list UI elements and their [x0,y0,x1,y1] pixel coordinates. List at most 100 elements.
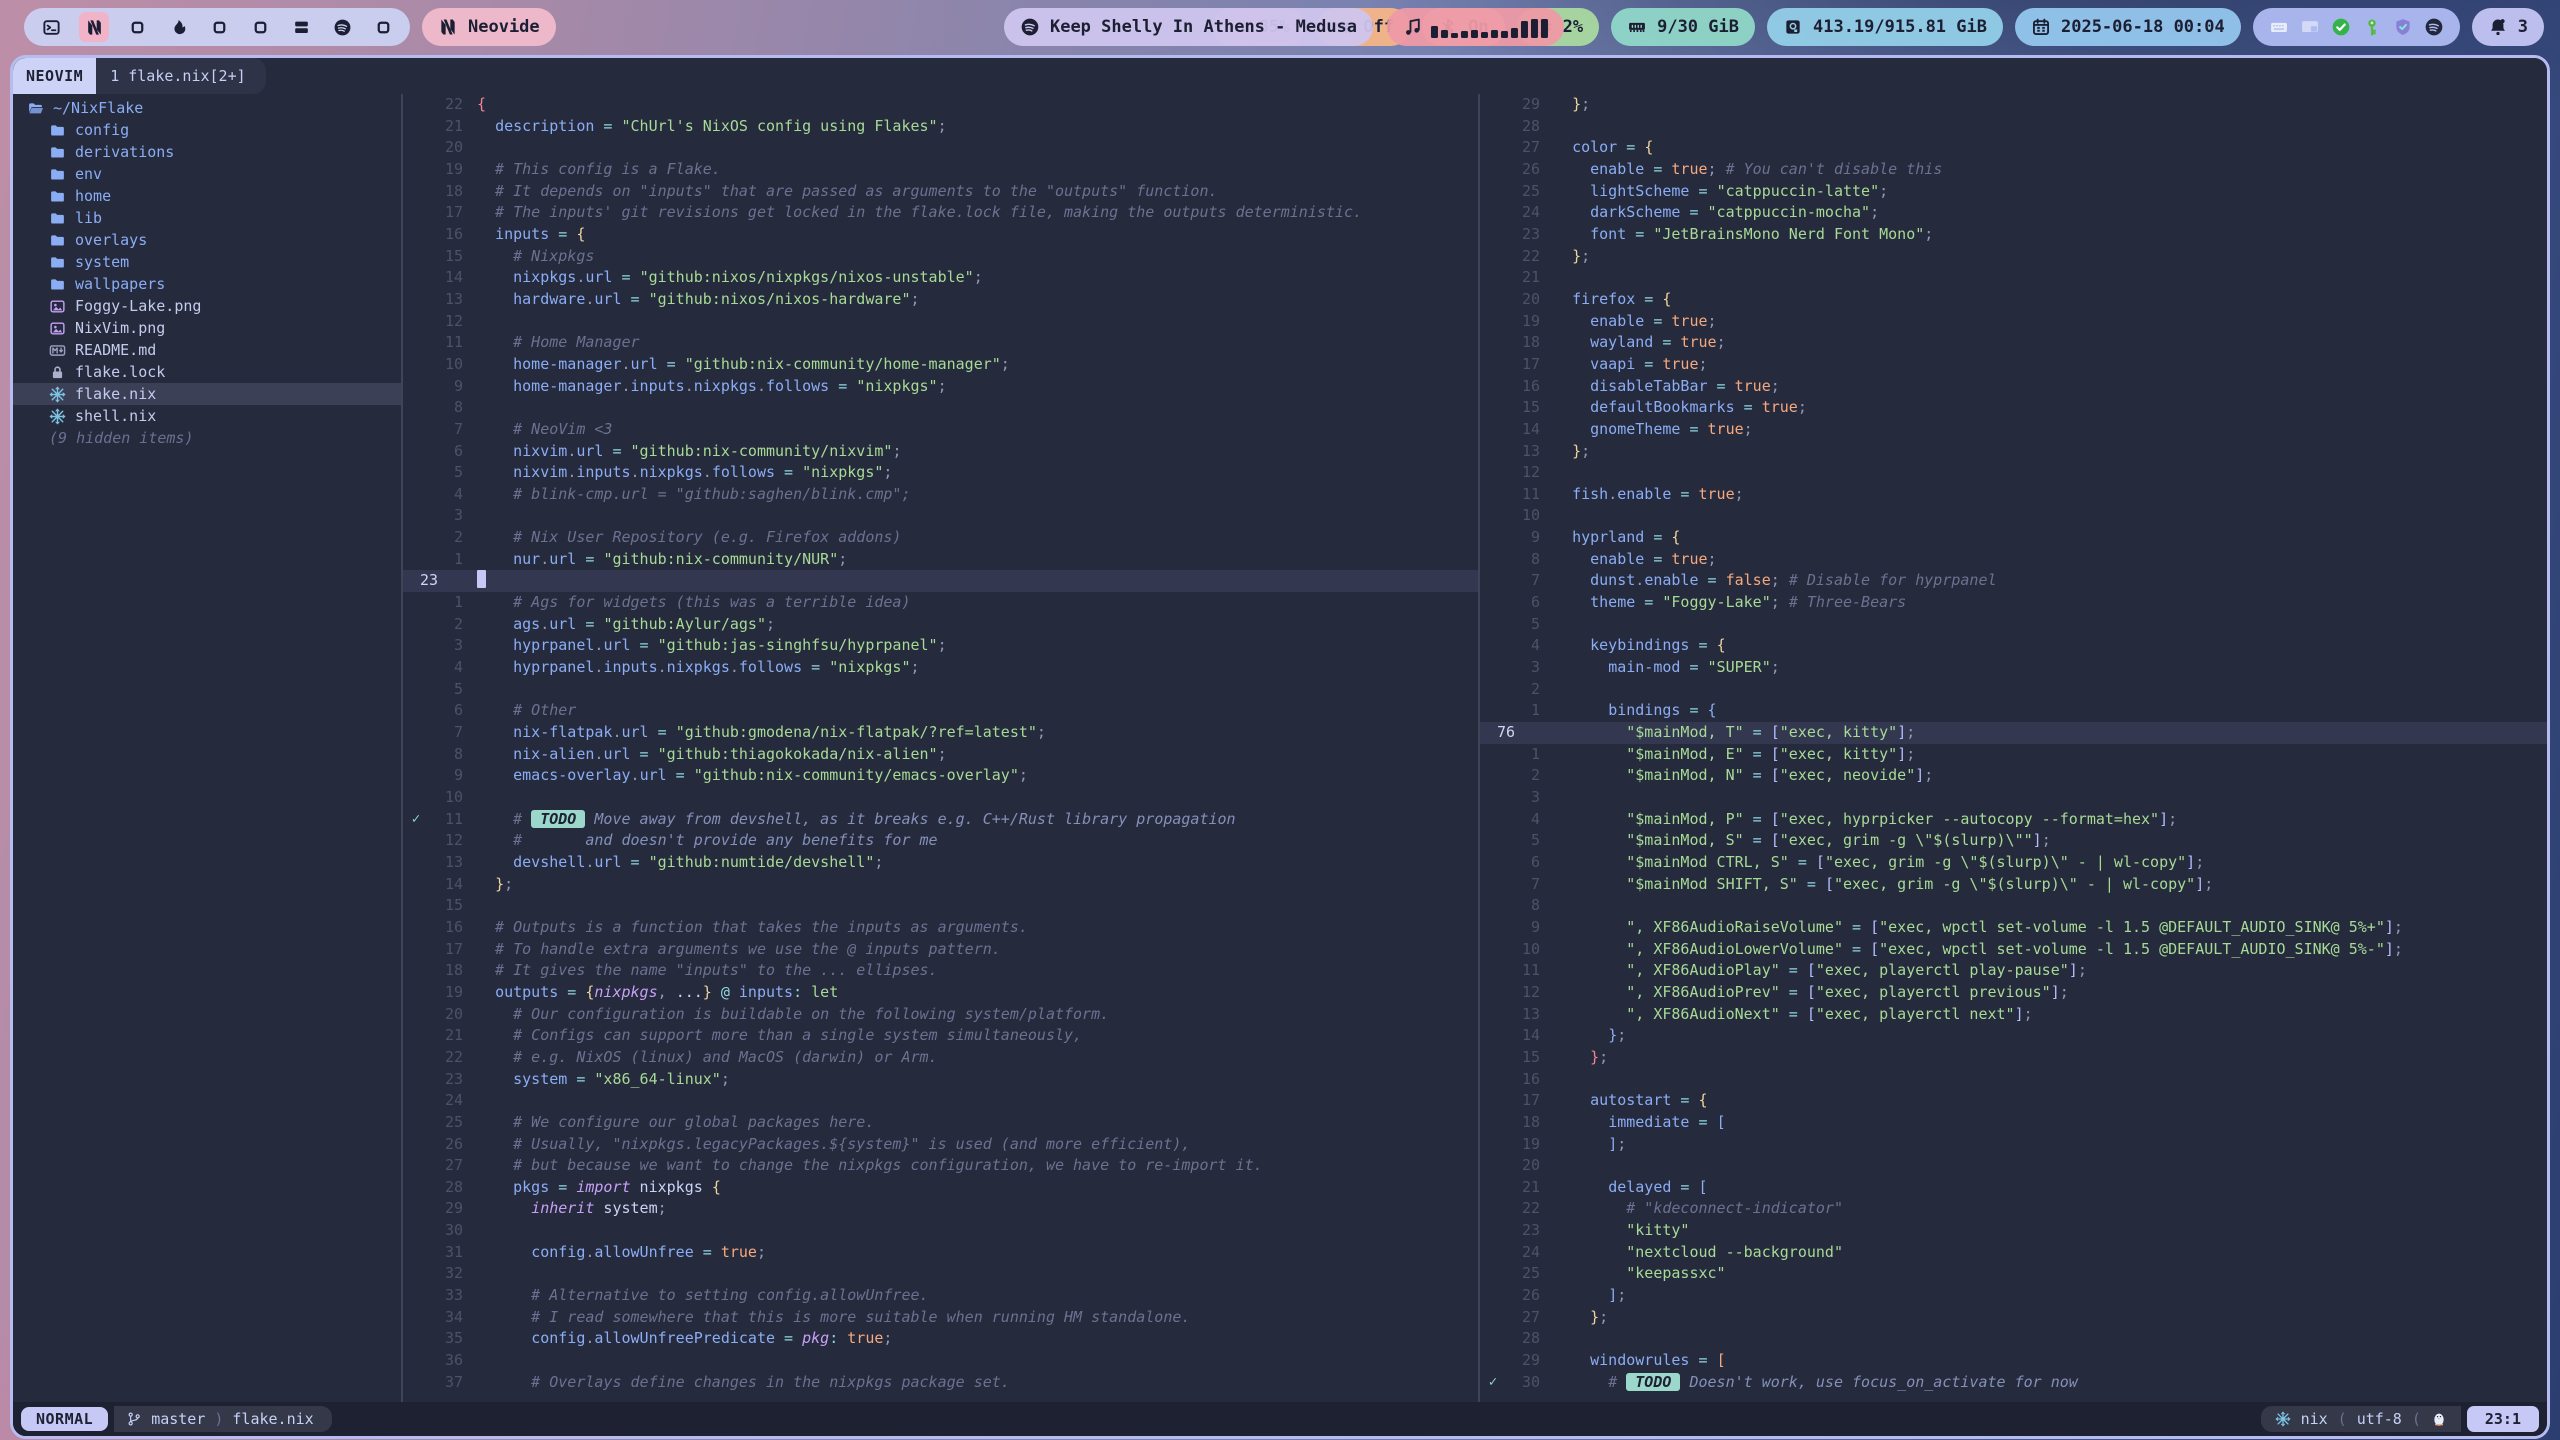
code-line[interactable]: 4 keybindings = { [1480,635,2547,657]
workspace-terminal[interactable] [38,14,64,40]
system-tray[interactable] [2253,8,2460,46]
code-line[interactable]: 15 }; [1480,1047,2547,1069]
code-line[interactable]: 18 wayland = true; [1480,332,2547,354]
memory-module[interactable]: 9/30 GiB [1611,8,1755,46]
code-line[interactable]: 9 emacs-overlay.url = "github:nix-commun… [403,765,1478,787]
code-line[interactable]: 6 "$mainMod CTRL, S" = ["exec, grim -g \… [1480,852,2547,874]
code-line[interactable]: 2 # Nix User Repository (e.g. Firefox ad… [403,527,1478,549]
code-line[interactable]: 4 # blink-cmp.url = "github:saghen/blink… [403,484,1478,506]
code-line[interactable]: 5 [403,679,1478,701]
code-line[interactable]: 8 enable = true; [1480,549,2547,571]
code-line[interactable]: 17 # The inputs' git revisions get locke… [403,202,1478,224]
code-line[interactable]: 4 "$mainMod, P" = ["exec, hyprpicker --a… [1480,809,2547,831]
code-line[interactable]: 28 pkgs = import nixpkgs { [403,1177,1478,1199]
workspace-empty[interactable] [370,14,396,40]
tree-item-shell.nix[interactable]: shell.nix [13,405,401,427]
code-line[interactable]: 16 inputs = { [403,224,1478,246]
code-line[interactable]: 14 gnomeTheme = true; [1480,419,2547,441]
tree-item--nixflake[interactable]: ~/NixFlake [13,97,401,119]
tree-item-system[interactable]: system [13,251,401,273]
code-line[interactable]: 16 [1480,1069,2547,1091]
code-line[interactable]: 11 fish.enable = true; [1480,484,2547,506]
code-line[interactable]: 8 [403,397,1478,419]
code-line[interactable]: 23 font = "JetBrainsMono Nerd Font Mono"… [1480,224,2547,246]
code-line[interactable]: 12 [1480,462,2547,484]
code-line[interactable]: 13 ", XF86AudioNext" = ["exec, playerctl… [1480,1004,2547,1026]
code-line[interactable]: ✓30 # TODO Doesn't work, use focus_on_ac… [1480,1372,2547,1394]
code-line[interactable]: 27 # but because we want to change the n… [403,1155,1478,1177]
code-line[interactable]: 24 darkScheme = "catppuccin-mocha"; [1480,202,2547,224]
code-line[interactable]: 15 defaultBookmarks = true; [1480,397,2547,419]
code-line[interactable]: 18 # It depends on "inputs" that are pas… [403,181,1478,203]
code-line[interactable]: 27 color = { [1480,137,2547,159]
code-line[interactable]: 23 "kitty" [1480,1220,2547,1242]
code-line[interactable]: 9 hyprland = { [1480,527,2547,549]
code-line[interactable]: 7 # NeoVim <3 [403,419,1478,441]
code-line[interactable]: 28 [1480,116,2547,138]
code-line[interactable]: 37 # Overlays define changes in the nixp… [403,1372,1478,1394]
code-line[interactable]: 21 delayed = [ [1480,1177,2547,1199]
tree-item-readme.md[interactable]: README.md [13,339,401,361]
code-line[interactable]: 18 # It gives the name "inputs" to the .… [403,960,1478,982]
workspace-empty[interactable] [206,14,232,40]
code-line[interactable]: 25 # We configure our global packages he… [403,1112,1478,1134]
tree-item-home[interactable]: home [13,185,401,207]
code-line[interactable]: 28 [1480,1328,2547,1350]
buffer-tab[interactable]: 1 flake.nix[2+] [96,58,265,94]
tree-item-flake.nix[interactable]: flake.nix [13,383,401,405]
code-line[interactable]: 9 home-manager.inputs.nixpkgs.follows = … [403,376,1478,398]
code-line[interactable]: 19 ]; [1480,1134,2547,1156]
code-line[interactable]: 6 theme = "Foggy-Lake"; # Three-Bears [1480,592,2547,614]
code-line[interactable]: 13 devshell.url = "github:numtide/devshe… [403,852,1478,874]
code-line[interactable]: 29 inherit system; [403,1198,1478,1220]
code-line[interactable]: 18 immediate = [ [1480,1112,2547,1134]
code-line[interactable]: 10 ", XF86AudioLowerVolume" = ["exec, wp… [1480,939,2547,961]
code-line[interactable]: 21 [1480,267,2547,289]
code-line[interactable]: 17 vaapi = true; [1480,354,2547,376]
tray-item-vpn-shield[interactable] [2393,17,2413,37]
code-line[interactable]: 22 # "kdeconnect-indicator" [1480,1198,2547,1220]
audio-visualizer-module[interactable] [1387,8,1564,46]
tree-item-nixvim.png[interactable]: NixVim.png [13,317,401,339]
code-line[interactable]: ✓11 # TODO Move away from devshell, as i… [403,809,1478,831]
tree-item-foggy-lake.png[interactable]: Foggy-Lake.png [13,295,401,317]
code-line[interactable]: 14 }; [403,874,1478,896]
code-line[interactable]: 10 home-manager.url = "github:nix-commun… [403,354,1478,376]
disk-module[interactable]: 413.19/915.81 GiB [1767,8,2003,46]
code-line[interactable]: 20 [403,137,1478,159]
workspace-spotify[interactable] [329,14,355,40]
tray-item-keyboard[interactable] [2269,17,2289,37]
code-line[interactable]: 6 nixvim.url = "github:nix-community/nix… [403,441,1478,463]
code-line[interactable]: 12 [403,311,1478,333]
workspace-flame[interactable] [165,14,191,40]
tree-item-derivations[interactable]: derivations [13,141,401,163]
code-line[interactable]: 3 [1480,787,2547,809]
code-line[interactable]: 10 [1480,505,2547,527]
code-line[interactable]: 76 "$mainMod, T" = ["exec, kitty"]; [1480,722,2547,744]
tray-item-spotify[interactable] [2424,17,2444,37]
code-line[interactable]: 2 "$mainMod, N" = ["exec, neovide"]; [1480,765,2547,787]
code-line[interactable]: 32 [403,1263,1478,1285]
media-player-module[interactable]: Keep Shelly In Athens - Medusa [1004,8,1373,46]
tray-item-screenshot[interactable] [2300,17,2320,37]
code-line[interactable]: 7 dunst.enable = false; # Disable for hy… [1480,570,2547,592]
code-line[interactable]: 19 enable = true; [1480,311,2547,333]
code-line[interactable]: 1 bindings = { [1480,700,2547,722]
code-line[interactable]: 3 [403,505,1478,527]
code-line[interactable]: 20 # Our configuration is buildable on t… [403,1004,1478,1026]
editor-pane-left[interactable]: 22{21 description = "ChUrl's NixOS confi… [403,94,1478,1402]
workspace-empty[interactable] [247,14,273,40]
tree-item-overlays[interactable]: overlays [13,229,401,251]
code-line[interactable]: 21 description = "ChUrl's NixOS config u… [403,116,1478,138]
clock-module[interactable]: 2025-06-18 00:04 [2015,8,2241,46]
code-line[interactable]: 7 nix-flatpak.url = "github:gmodena/nix-… [403,722,1478,744]
code-line[interactable]: 20 [1480,1155,2547,1177]
code-line[interactable]: 13 }; [1480,441,2547,463]
code-line[interactable]: 31 config.allowUnfree = true; [403,1242,1478,1264]
code-line[interactable]: 11 ", XF86AudioPlay" = ["exec, playerctl… [1480,960,2547,982]
code-line[interactable]: 26 ]; [1480,1285,2547,1307]
workspace-stack[interactable] [288,14,314,40]
tree-item-flake.lock[interactable]: flake.lock [13,361,401,383]
code-line[interactable]: 6 # Other [403,700,1478,722]
code-line[interactable]: 29 windowrules = [ [1480,1350,2547,1372]
